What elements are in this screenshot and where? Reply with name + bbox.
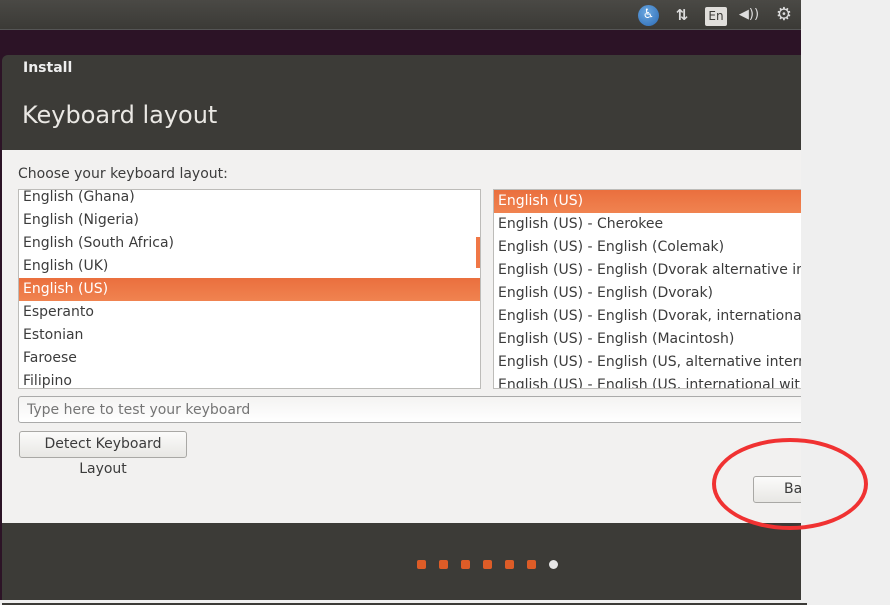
accessibility-icon[interactable]: ♿ <box>638 5 659 26</box>
page-title: Keyboard layout <box>22 101 218 129</box>
layout-list-item[interactable]: English (US) <box>19 278 480 301</box>
progress-dot <box>439 560 448 569</box>
variant-list-item[interactable]: English (US) - English (Dvorak) <box>494 282 812 305</box>
power-gear-icon[interactable]: ⚙ <box>773 5 795 25</box>
layout-list-item[interactable]: English (Ghana) <box>19 190 480 209</box>
variant-list[interactable]: English (US) English (US) - Cherokee Engli… <box>493 189 813 389</box>
layout-list[interactable]: English (Ghana) English (Nigeria) English … <box>18 189 481 389</box>
detect-keyboard-layout-button[interactable]: Detect Keyboard Layout <box>19 431 187 477</box>
variant-list-item[interactable]: English (US) - English (US, internationa… <box>494 374 812 388</box>
window-title: Install <box>23 60 73 76</box>
variant-list-item[interactable]: English (US) - English (Dvorak, internat… <box>494 305 812 328</box>
progress-dot <box>549 560 558 569</box>
layout-list-item[interactable]: Estonian <box>19 324 480 347</box>
layout-list-item[interactable]: Esperanto <box>19 301 480 324</box>
variant-list-item[interactable]: English (US) - English (Macintosh) <box>494 328 812 351</box>
layout-list-scrollbar[interactable] <box>476 237 480 268</box>
layout-list-item[interactable]: Filipino <box>19 370 480 388</box>
progress-dot <box>461 560 470 569</box>
network-icon[interactable]: ⇅ <box>672 5 692 25</box>
progress-dot <box>483 560 492 569</box>
layout-list-item[interactable]: English (UK) <box>19 255 480 278</box>
variant-list-item[interactable]: English (US) - English (US, alternative … <box>494 351 812 374</box>
annotation-circle <box>712 438 868 530</box>
variant-list-item[interactable]: English (US) - Cherokee <box>494 213 812 236</box>
variant-list-item[interactable]: English (US) <box>494 190 812 213</box>
variant-list-item[interactable]: English (US) - English (Dvorak alternati… <box>494 259 812 282</box>
layout-list-item[interactable]: English (South Africa) <box>19 232 480 255</box>
keyboard-indicator[interactable]: En <box>705 7 727 26</box>
layout-list-item[interactable]: Faroese <box>19 347 480 370</box>
layout-list-item[interactable]: English (Nigeria) <box>19 209 480 232</box>
keyboard-test-input[interactable] <box>18 396 818 423</box>
layout-prompt: Choose your keyboard layout: <box>18 166 228 182</box>
progress-dot <box>417 560 426 569</box>
top-panel: ♿ ⇅ En ◀)) ⚙ <box>0 0 801 30</box>
variant-list-item[interactable]: English (US) - English (Colemak) <box>494 236 812 259</box>
volume-icon[interactable]: ◀)) <box>738 5 760 25</box>
progress-dot <box>527 560 536 569</box>
progress-dot <box>505 560 514 569</box>
